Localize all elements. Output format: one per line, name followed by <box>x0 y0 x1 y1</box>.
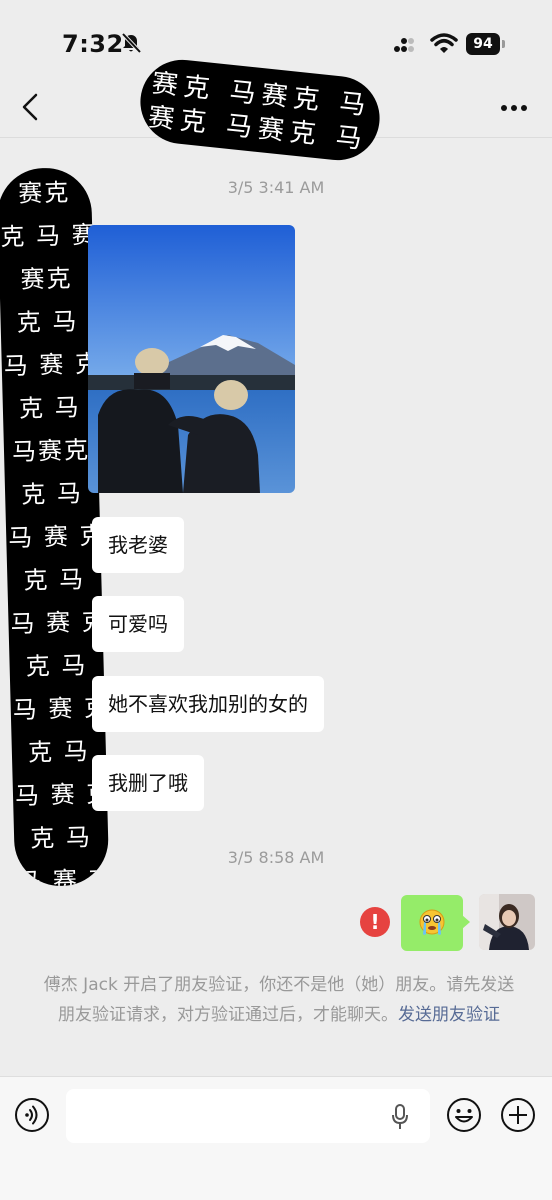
plus-icon[interactable] <box>500 1097 536 1133</box>
chat-title-redacted: 赛克 马赛克 马 赛克 马赛克 马 <box>136 55 384 165</box>
message-bubble[interactable]: 我老婆 <box>92 517 184 573</box>
message-bubble[interactable]: 可爱吗 <box>92 596 184 652</box>
status-time: 7:32 <box>62 30 124 58</box>
message-bubble[interactable]: 她不喜欢我加别的女的 <box>92 676 324 732</box>
more-dots-icon[interactable] <box>500 104 528 112</box>
message-bubble[interactable]: 我删了哦 <box>92 755 204 811</box>
photo-message[interactable] <box>88 225 295 493</box>
mountain-lake-photo <box>88 225 295 493</box>
crying-face-icon <box>419 909 445 935</box>
battery-indicator: 94 <box>466 33 506 55</box>
chat-nav-bar: 赛克 马赛克 马 赛克 马赛克 马 <box>0 55 552 165</box>
bell-muted-icon <box>121 32 142 54</box>
chevron-left-icon[interactable] <box>18 92 42 122</box>
chat-timestamp: 3/5 8:58 AM <box>227 848 325 867</box>
microphone-icon[interactable] <box>390 1103 410 1131</box>
send-verification-link[interactable]: 发送朋友验证 <box>398 1005 500 1025</box>
avatar-photo <box>479 894 535 950</box>
wifi-icon <box>430 33 458 53</box>
my-message-row: ! <box>0 894 552 954</box>
cellular-signal-icon <box>394 38 414 52</box>
emoji-icon[interactable] <box>446 1097 482 1133</box>
friend-verification-notice: 傅杰 Jack 开启了朋友验证，你还不是他（她）朋友。请先发送朋友验证请求，对方… <box>40 970 518 1030</box>
error-icon[interactable]: ! <box>360 907 390 937</box>
my-emoji-message[interactable] <box>401 895 470 951</box>
message-input[interactable] <box>66 1089 430 1143</box>
voice-icon[interactable] <box>14 1097 50 1133</box>
chat-input-bar <box>0 1076 552 1200</box>
my-avatar[interactable] <box>479 894 535 950</box>
battery-level: 94 <box>466 33 500 55</box>
